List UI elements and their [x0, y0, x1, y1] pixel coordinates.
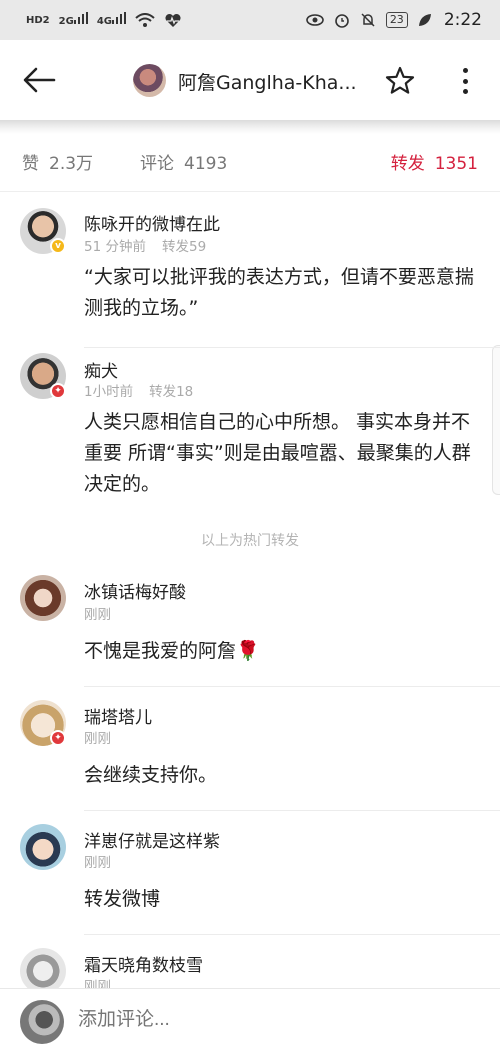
- list-item[interactable]: 冰镇话梅好酸 刚刚 不愧是我爱的阿詹🌹: [0, 566, 500, 687]
- tab-comments[interactable]: 评论 4193: [140, 149, 227, 174]
- engagement-tabs: 赞 2.3万 评论 4193 转发 1351: [0, 134, 500, 192]
- author-avatar[interactable]: [133, 64, 166, 97]
- avatar[interactable]: [20, 575, 66, 621]
- more-options-icon[interactable]: [455, 64, 475, 98]
- tab-likes[interactable]: 赞 2.3万: [22, 149, 93, 174]
- back-arrow-icon[interactable]: [22, 66, 56, 94]
- hd-icon: HD2: [26, 14, 50, 26]
- star-icon[interactable]: [385, 66, 415, 96]
- mute-bell-icon: [361, 13, 375, 27]
- repost-meta: 刚刚: [84, 979, 111, 988]
- repost-text: 人类只愿相信自己的心中所想。 事实本身并不重要 所谓“事实”则是由最喧嚣、最聚集…: [84, 411, 471, 495]
- repost-meta: 刚刚: [84, 731, 111, 747]
- status-bar: HD2 2G 4G 23 2:22: [0, 0, 500, 40]
- username[interactable]: 冰镇话梅好酸: [84, 578, 186, 603]
- repost-text: 会继续支持你。: [84, 764, 218, 786]
- list-item[interactable]: 霜天晓角数枝雪 刚刚: [0, 935, 500, 988]
- username[interactable]: 痴犬: [84, 357, 118, 382]
- leaf-icon: [418, 14, 431, 26]
- heart-monitor-icon: [165, 13, 181, 27]
- list-item[interactable]: v 陈咏开的微博在此 51 分钟前 转发59 “大家可以批评我的表达方式，但请不要…: [0, 200, 500, 348]
- list-item[interactable]: ✦ 瑞塔塔儿 刚刚 会继续支持你。: [0, 687, 500, 811]
- verified-badge-icon: v: [50, 238, 66, 254]
- repost-meta: 刚刚: [84, 607, 111, 623]
- signal-2g-icon: 2G: [59, 12, 88, 28]
- member-badge-icon: ✦: [50, 730, 66, 746]
- eye-icon: [306, 14, 324, 26]
- repost-meta: 刚刚: [84, 855, 111, 871]
- member-badge-icon: ✦: [50, 383, 66, 399]
- clock: 2:22: [443, 10, 482, 30]
- alarm-icon: [335, 14, 349, 28]
- username[interactable]: 霜天晓角数枝雪: [84, 951, 203, 976]
- avatar[interactable]: [20, 948, 66, 988]
- header-shadow: [0, 120, 500, 134]
- top-nav-bar: 阿詹Ganglha-Kha...: [0, 40, 500, 120]
- battery-icon: 23: [385, 12, 408, 28]
- username[interactable]: 陈咏开的微博在此: [84, 210, 220, 235]
- signal-4g-icon: 4G: [97, 12, 126, 28]
- repost-text: 转发微博: [84, 888, 161, 910]
- repost-text: 不愧是我爱的阿詹🌹: [84, 640, 260, 662]
- my-avatar[interactable]: [20, 1000, 64, 1044]
- wifi-icon: [135, 13, 155, 27]
- username[interactable]: 瑞塔塔儿: [84, 703, 152, 728]
- comment-input[interactable]: [78, 1009, 378, 1031]
- list-item[interactable]: ✦ 痴犬 1小时前 转发18 人类只愿相信自己的心中所想。 事实本身并不重要 所谓…: [0, 348, 500, 520]
- tab-reposts[interactable]: 转发 1351: [391, 149, 478, 174]
- repost-meta: 51 分钟前 转发59: [84, 239, 207, 255]
- repost-text: “大家可以批评我的表达方式，但请不要恶意揣测我的立场。”: [84, 266, 474, 319]
- username[interactable]: 洋崽仔就是这样紫: [84, 827, 220, 852]
- repost-meta: 1小时前 转发18: [84, 384, 194, 400]
- avatar[interactable]: [20, 824, 66, 870]
- hot-reposts-label: 以上为热门转发: [201, 533, 299, 549]
- list-item[interactable]: 洋崽仔就是这样紫 刚刚 转发微博: [0, 810, 500, 935]
- comment-bar: [0, 988, 500, 1055]
- page-title[interactable]: 阿詹Ganglha-Kha...: [178, 68, 368, 95]
